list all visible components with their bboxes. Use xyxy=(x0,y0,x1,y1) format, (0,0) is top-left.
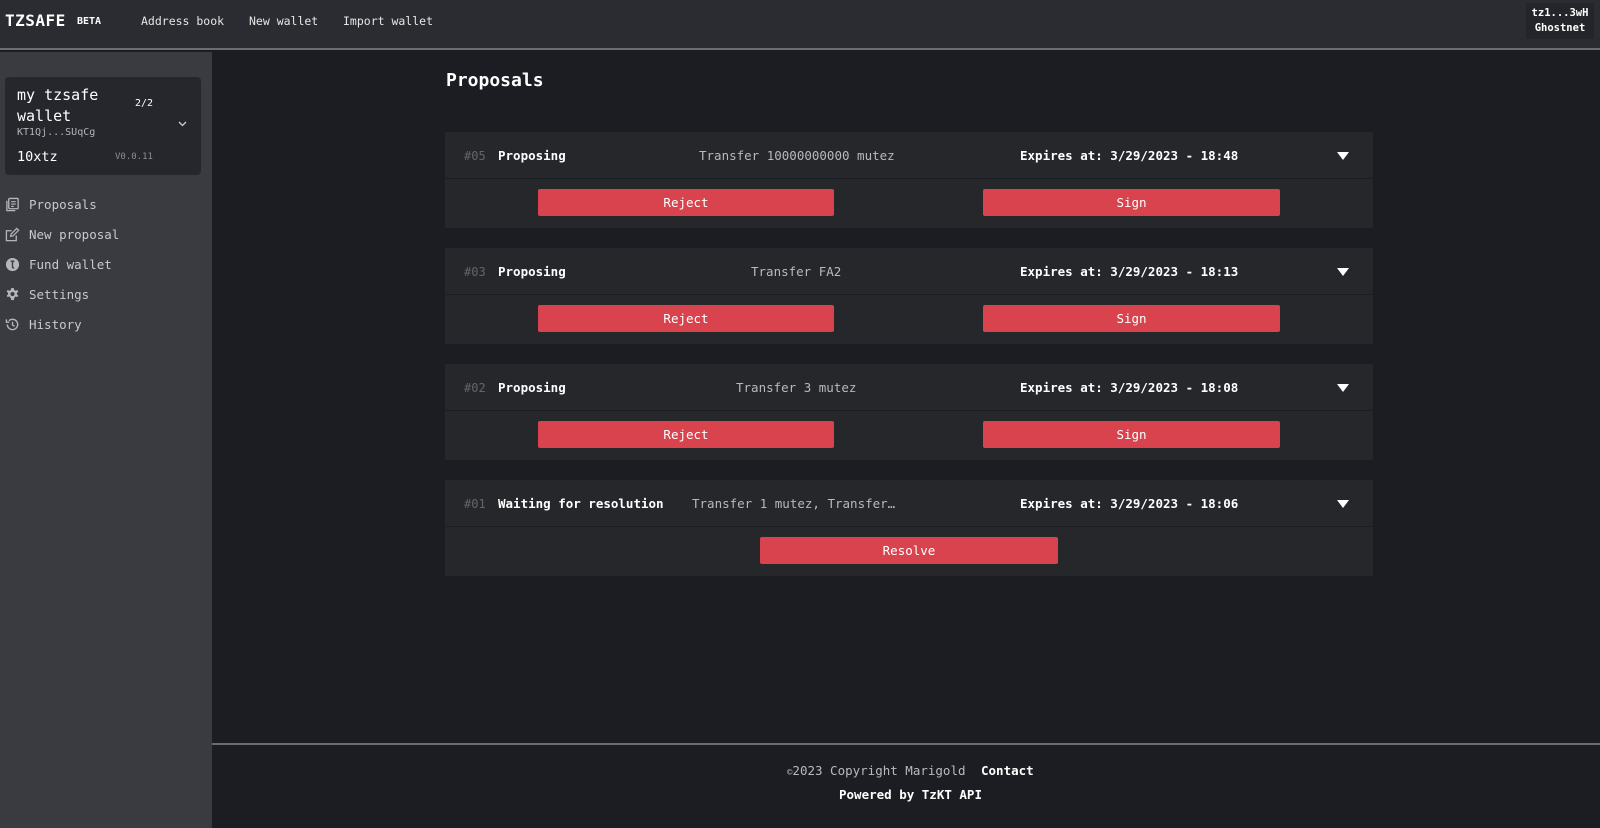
proposal-status: Proposing xyxy=(498,264,566,279)
powered-by-text: Powered by TzKT API xyxy=(839,787,982,802)
sign-button[interactable]: Sign xyxy=(983,421,1280,448)
proposal-id: #05 xyxy=(464,149,486,163)
proposal-header[interactable]: #02 Proposing Transfer 3 mutez Expires a… xyxy=(445,364,1373,411)
proposal-description: Transfer 1 mutez, Transfer… xyxy=(692,496,896,511)
beta-badge: BETA xyxy=(77,16,102,27)
proposal-description: Transfer 3 mutez xyxy=(736,380,857,395)
proposal-id: #01 xyxy=(464,497,486,511)
sign-button[interactable]: Sign xyxy=(983,305,1280,332)
proposal-card: #02 Proposing Transfer 3 mutez Expires a… xyxy=(445,364,1373,460)
sidebar-item-label: New proposal xyxy=(29,226,120,242)
proposal-card: #05 Proposing Transfer 10000000000 mutez… xyxy=(445,132,1373,228)
proposal-header[interactable]: #01 Waiting for resolution Transfer 1 mu… xyxy=(445,480,1373,527)
proposal-expiry: Expires at: 3/29/2023 - 18:48 xyxy=(1020,148,1239,163)
gear-icon xyxy=(6,287,19,300)
proposal-actions: Resolve xyxy=(445,527,1373,576)
sidebar-item-label: Proposals xyxy=(29,196,97,212)
sign-button[interactable]: Sign xyxy=(983,189,1280,216)
reject-button[interactable]: Reject xyxy=(538,421,834,448)
sidebar-item-label: History xyxy=(29,316,82,332)
proposal-card: #03 Proposing Transfer FA2 Expires at: 3… xyxy=(445,248,1373,344)
wallet-version: V0.0.11 xyxy=(115,152,153,162)
reject-button[interactable]: Reject xyxy=(538,189,834,216)
brand-logo[interactable]: TZSAFE xyxy=(5,11,66,30)
wallet-address: KT1Qj...SUqCg xyxy=(17,127,96,138)
proposal-status: Proposing xyxy=(498,148,566,163)
footer: ©2023 Copyright Marigold Contact Powered… xyxy=(212,743,1600,828)
sidebar-item-proposals[interactable]: Proposals xyxy=(5,193,97,215)
proposal-description: Transfer FA2 xyxy=(751,264,842,279)
contact-link[interactable]: Contact xyxy=(981,763,1034,778)
wallet-name: my tzsafe wallet xyxy=(17,86,99,125)
proposal-id: #02 xyxy=(464,381,486,395)
expand-caret-icon[interactable] xyxy=(1337,152,1349,160)
proposal-id: #03 xyxy=(464,265,486,279)
proposal-expiry: Expires at: 3/29/2023 - 18:08 xyxy=(1020,380,1239,395)
expand-caret-icon[interactable] xyxy=(1337,384,1349,392)
proposal-description: Transfer 10000000000 mutez xyxy=(699,148,895,163)
account-address: tz1...3wH xyxy=(1531,7,1589,19)
tezos-coin-icon xyxy=(5,257,20,271)
history-icon xyxy=(5,318,19,330)
proposal-expiry: Expires at: 3/29/2023 - 18:06 xyxy=(1020,496,1239,511)
proposal-header[interactable]: #05 Proposing Transfer 10000000000 mutez… xyxy=(445,132,1373,179)
expand-caret-icon[interactable] xyxy=(1337,500,1349,508)
resolve-button[interactable]: Resolve xyxy=(760,537,1058,564)
reject-button[interactable]: Reject xyxy=(538,305,834,332)
page-title: Proposals xyxy=(446,70,544,91)
proposal-status: Proposing xyxy=(498,380,566,395)
proposal-card: #01 Waiting for resolution Transfer 1 mu… xyxy=(445,480,1373,576)
edit-icon xyxy=(5,227,20,241)
account-network: Ghostnet xyxy=(1534,22,1586,34)
proposal-status: Waiting for resolution xyxy=(498,496,664,511)
sidebar: my tzsafe wallet 2/2 KT1Qj...SUqCg 10xtz… xyxy=(0,52,212,828)
sidebar-item-new-proposal[interactable]: New proposal xyxy=(5,223,119,245)
proposal-actions: Reject Sign xyxy=(445,179,1373,228)
copyright-text: ©2023 Copyright Marigold xyxy=(787,763,966,778)
top-navbar: TZSAFE BETA Address book New wallet Impo… xyxy=(0,0,1600,50)
expand-caret-icon[interactable] xyxy=(1337,268,1349,276)
sidebar-item-fund-wallet[interactable]: Fund wallet xyxy=(5,253,112,275)
proposal-header[interactable]: #03 Proposing Transfer FA2 Expires at: 3… xyxy=(445,248,1373,295)
chevron-down-icon xyxy=(178,117,187,130)
nav-new-wallet[interactable]: New wallet xyxy=(249,14,318,28)
sidebar-item-label: Fund wallet xyxy=(29,256,112,272)
proposal-expiry: Expires at: 3/29/2023 - 18:13 xyxy=(1020,264,1239,279)
sidebar-item-label: Settings xyxy=(29,286,90,302)
proposal-actions: Reject Sign xyxy=(445,295,1373,344)
proposal-actions: Reject Sign xyxy=(445,411,1373,460)
wallet-balance: 10xtz xyxy=(17,149,58,165)
account-switcher[interactable]: tz1...3wH Ghostnet xyxy=(1526,3,1594,39)
nav-address-book[interactable]: Address book xyxy=(141,14,224,28)
copyright-label: 2023 Copyright Marigold xyxy=(792,763,966,778)
wallet-threshold: 2/2 xyxy=(135,98,154,109)
sidebar-item-settings[interactable]: Settings xyxy=(5,283,89,305)
nav-import-wallet[interactable]: Import wallet xyxy=(343,14,433,28)
proposals-icon xyxy=(6,197,19,211)
wallet-selector[interactable]: my tzsafe wallet 2/2 KT1Qj...SUqCg 10xtz… xyxy=(5,77,201,175)
sidebar-item-history[interactable]: History xyxy=(5,313,82,335)
